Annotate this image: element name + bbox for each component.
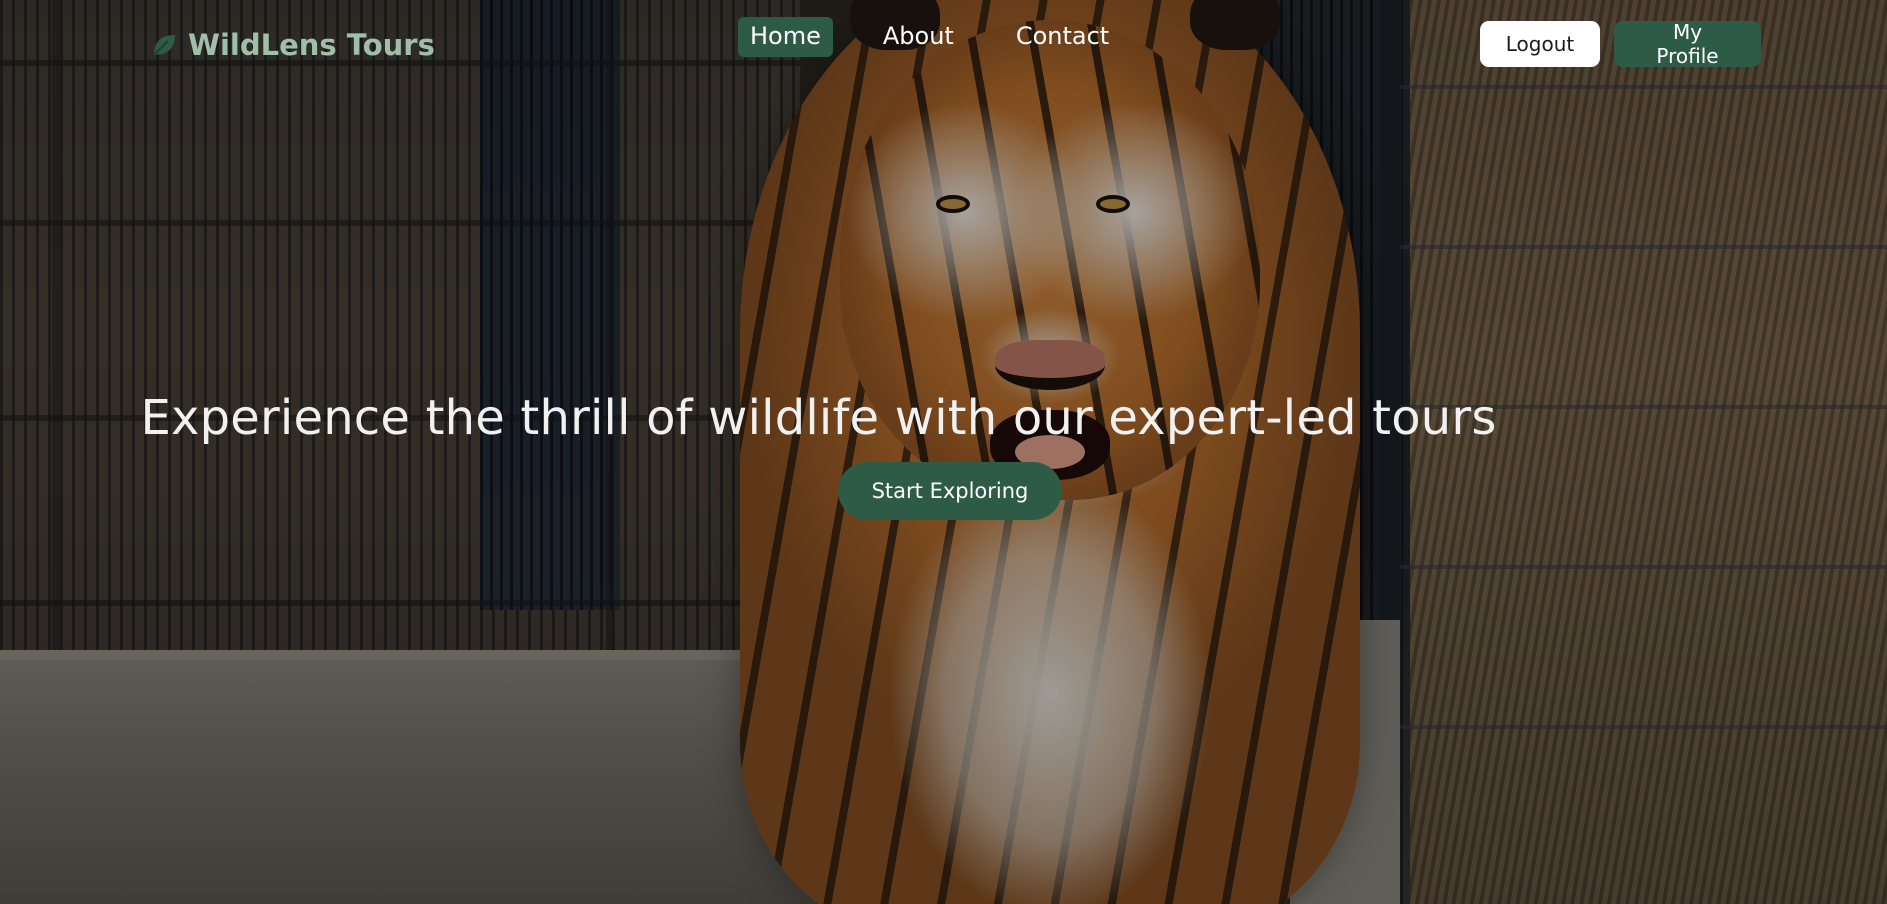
nav-contact[interactable]: Contact (1004, 17, 1121, 57)
nav-home[interactable]: Home (738, 17, 833, 57)
main-menu: Home About Contact (738, 17, 1121, 57)
navbar: WildLens Tours Home About Contact Logout… (0, 0, 1887, 90)
brand-logo[interactable]: WildLens Tours (150, 24, 435, 66)
dark-overlay (0, 0, 1887, 904)
hero-headline: Experience the thrill of wildlife with o… (140, 390, 1497, 446)
hero-section: Experience the thrill of wildlife with o… (0, 390, 1887, 446)
logout-button[interactable]: Logout (1480, 21, 1600, 67)
leaf-icon (150, 31, 178, 59)
hero-background (0, 0, 1887, 904)
my-profile-button[interactable]: My Profile (1614, 20, 1761, 68)
start-exploring-button[interactable]: Start Exploring (838, 462, 1062, 520)
brand-name: WildLens Tours (188, 28, 435, 62)
auth-buttons: Logout My Profile (1480, 20, 1761, 68)
nav-about[interactable]: About (871, 17, 966, 57)
